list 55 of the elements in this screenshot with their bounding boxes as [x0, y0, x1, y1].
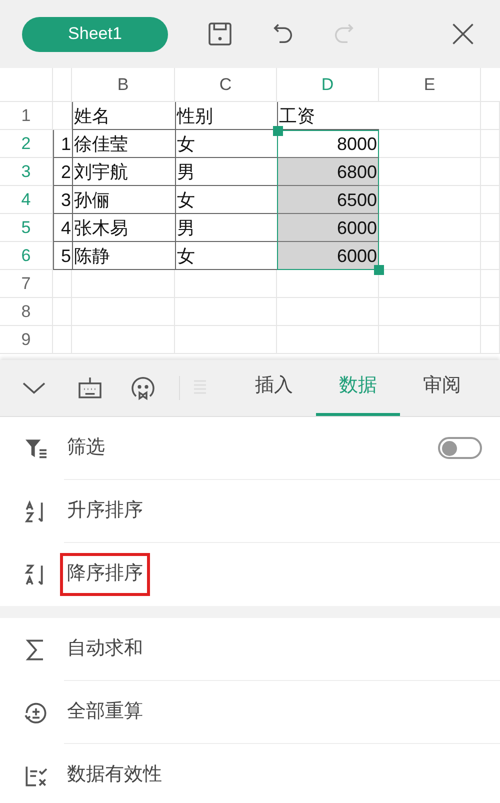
row-header[interactable]: 9: [0, 326, 53, 354]
table-cell: [481, 186, 500, 214]
table-cell: 2: [53, 158, 72, 186]
table-cell: [53, 326, 72, 354]
row-header[interactable]: 7: [0, 270, 53, 298]
column-header[interactable]: E: [379, 68, 481, 101]
table-cell: 张木易: [72, 214, 175, 242]
table-cell: [481, 158, 500, 186]
menu-item-label[interactable]: 数据有效性: [60, 754, 169, 797]
table-cell: [481, 130, 500, 158]
ribbon-tab[interactable]: 审阅: [400, 360, 484, 416]
table-cell: 女: [175, 186, 277, 214]
toggle-switch[interactable]: [438, 437, 482, 459]
table-cell: 1: [53, 130, 72, 158]
table-cell: 男: [175, 214, 277, 242]
table-cell: 女: [175, 130, 277, 158]
column-header[interactable]: C: [175, 68, 277, 101]
table-cell: [481, 242, 500, 270]
face-icon[interactable]: [129, 374, 157, 402]
ribbon-tab[interactable]: 插入: [232, 360, 316, 416]
table-cell: [481, 214, 500, 242]
ribbon-tab[interactable]: 数据: [316, 360, 400, 416]
menu-item-label[interactable]: 自动求和: [60, 628, 150, 670]
table-cell: [481, 326, 500, 354]
table-cell: 徐佳莹: [72, 130, 175, 158]
column-header[interactable]: B: [72, 68, 175, 101]
table-cell: 工资: [277, 102, 379, 130]
row-header[interactable]: 8: [0, 298, 53, 326]
row-header[interactable]: 1: [0, 102, 53, 130]
table-cell: 女: [175, 242, 277, 270]
table-cell: [53, 270, 72, 298]
menu-item-label[interactable]: 降序排序: [60, 553, 150, 596]
table-cell: 男: [175, 158, 277, 186]
table-cell: 刘宇航: [72, 158, 175, 186]
table-cell: 6500: [277, 186, 379, 214]
table-cell: 孙俪: [72, 186, 175, 214]
column-header[interactable]: D: [277, 68, 379, 101]
table-cell: [481, 298, 500, 326]
menu-item-label[interactable]: 筛选: [60, 426, 112, 470]
table-cell: 6000: [277, 214, 379, 242]
menu-item-label[interactable]: 升序排序: [60, 490, 150, 532]
table-cell: 4: [53, 214, 72, 242]
sheet-tab[interactable]: Sheet1: [22, 16, 168, 52]
close-icon[interactable]: [450, 21, 476, 47]
table-cell: 6800: [277, 158, 379, 186]
table-cell: 姓名: [72, 102, 175, 130]
table-cell: [53, 298, 72, 326]
selection-handle[interactable]: [374, 265, 384, 275]
table-cell: [481, 270, 500, 298]
table-cell: 5: [53, 242, 72, 270]
table-cell: 3: [53, 186, 72, 214]
selection-handle[interactable]: [273, 126, 283, 136]
save-icon[interactable]: [206, 20, 234, 48]
table-cell: 陈静: [72, 242, 175, 270]
menu-item-label[interactable]: 全部重算: [60, 690, 150, 734]
